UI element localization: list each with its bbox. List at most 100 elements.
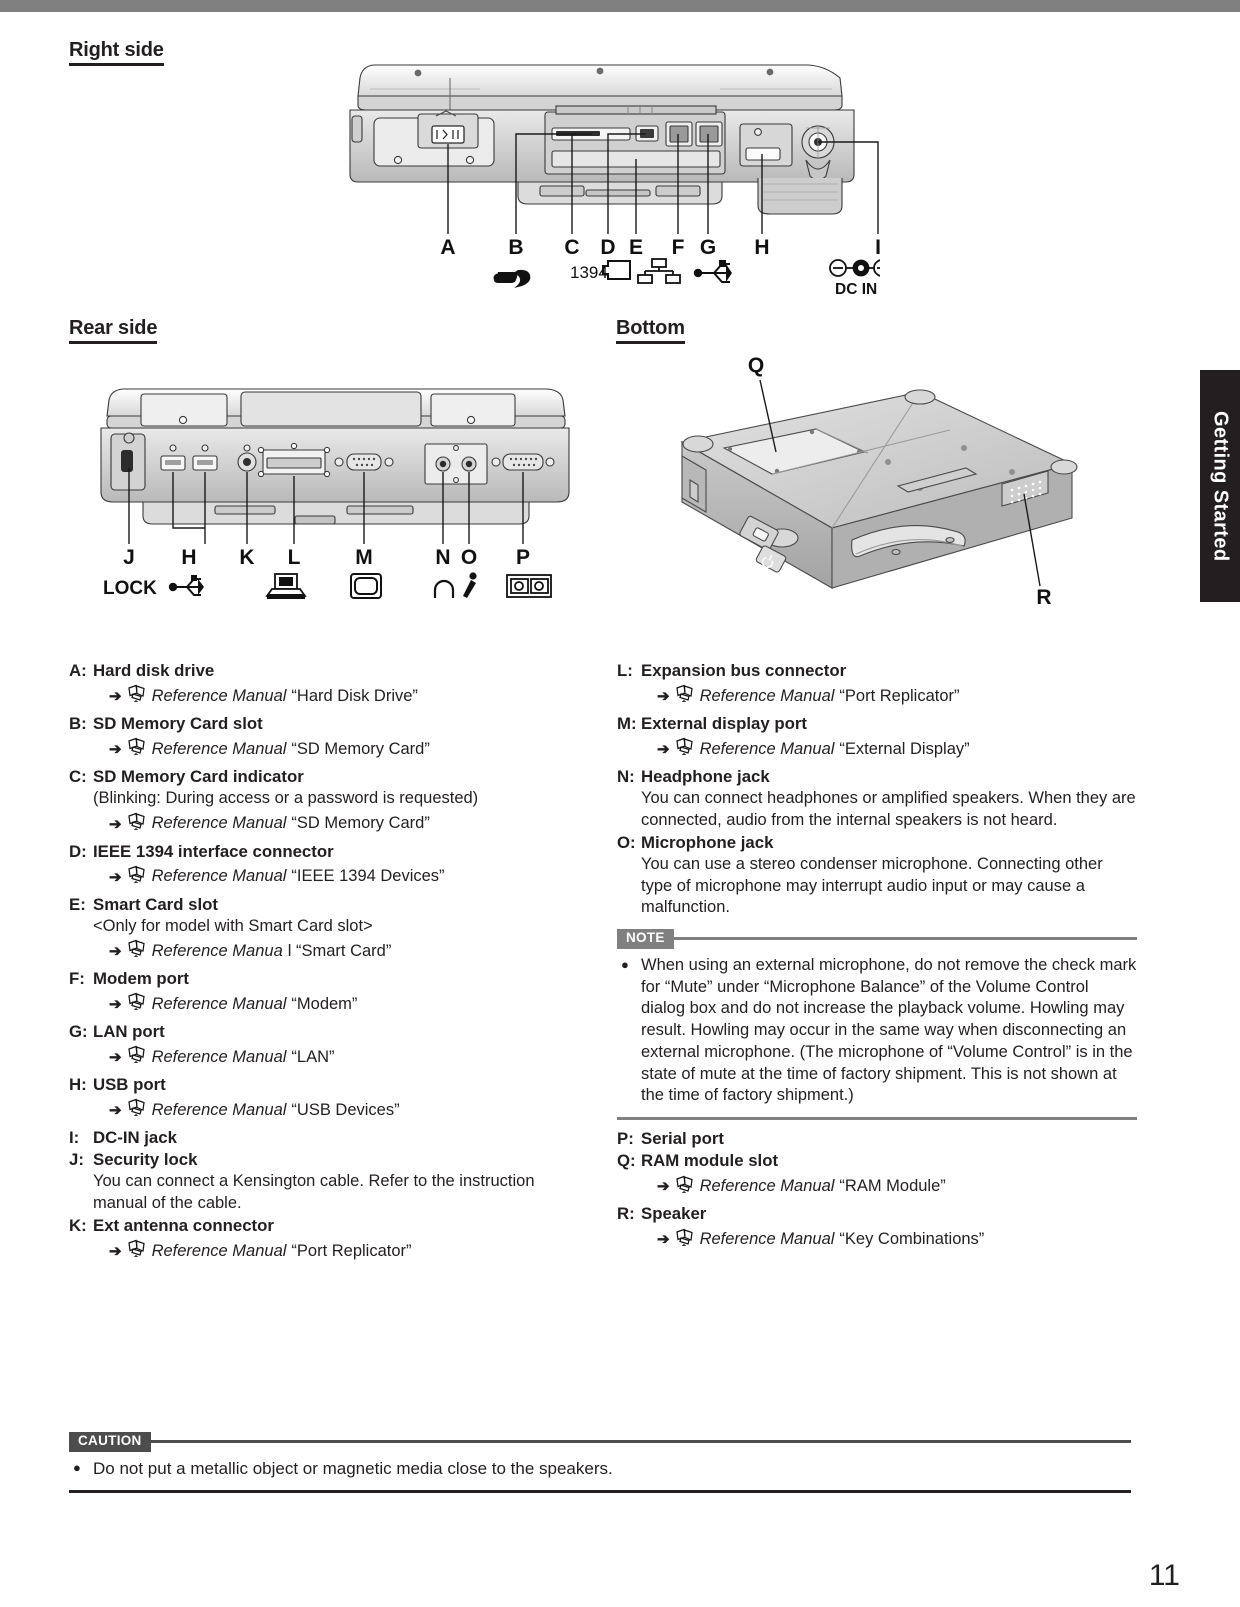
reference-topic: “Hard Disk Drive”	[291, 686, 418, 705]
caution-header: CAUTION	[69, 1432, 1131, 1452]
reference-topic: “External Display”	[839, 739, 970, 758]
figure-right-side: A B C D E F G H I 1394 DC IN	[340, 56, 880, 301]
callout-M: M	[355, 546, 373, 569]
arrow-right-icon: ➔	[109, 996, 122, 1014]
legend-entry-header: B: SD Memory Card slot	[69, 713, 589, 735]
callout-L: L	[288, 546, 301, 569]
legend-entry-header: R: Speaker	[617, 1203, 1137, 1225]
legend-entry: I: DC-IN jack	[69, 1127, 589, 1149]
legend-entry: G: LAN port ➔ Reference Manual “LAN”	[69, 1021, 589, 1070]
arrow-right-icon: ➔	[109, 1242, 122, 1260]
reference-manual-line: ➔ Reference Manual “LAN”	[109, 1045, 589, 1070]
legend-entry-header: C: SD Memory Card indicator	[69, 766, 589, 788]
note-rule	[673, 937, 1137, 941]
callout-O: O	[461, 546, 477, 569]
caution-bullet-row: ● Do not put a metallic object or magnet…	[69, 1458, 1131, 1480]
reference-manual-label: Reference Manual	[151, 1047, 287, 1066]
legend-entry-header: F: Modem port	[69, 968, 589, 990]
reference-manual-line: ➔ Reference Manual “RAM Module”	[657, 1175, 1137, 1200]
page-number: 11	[1148, 1559, 1180, 1592]
legend-entry-title: Ext antenna connector	[93, 1215, 274, 1235]
reference-topic: “RAM Module”	[839, 1177, 946, 1196]
callout-Q: Q	[748, 354, 764, 377]
legend-entry: N: Headphone jack You can connect headphon…	[617, 766, 1137, 832]
bullet-icon: ●	[621, 956, 629, 972]
legend-entry: F: Modem port ➔ Reference Manual “Modem”	[69, 968, 589, 1017]
lan-network-icon	[637, 258, 681, 284]
caution-text: Do not put a metallic object or magnetic…	[93, 1458, 613, 1478]
callout-J: J	[123, 546, 135, 569]
reference-manual-line: ➔ Reference Manual “External Display”	[657, 737, 1137, 762]
legend-entry-key: H:	[69, 1075, 87, 1095]
legend-entry-key: B:	[69, 713, 87, 733]
reference-topic: “IEEE 1394 Devices”	[291, 867, 445, 886]
legend-entry: C: SD Memory Card indicator (Blinking: Dur…	[69, 766, 589, 837]
headphone-icon	[433, 579, 455, 598]
figure-rear-side: J H K L M N O P LOCK	[95, 372, 575, 622]
reference-topic: “Port Replicator”	[839, 686, 960, 705]
usb-icon	[693, 260, 732, 283]
reference-manual-icon	[127, 684, 147, 709]
reference-manual-label: Reference Manual	[699, 1177, 835, 1196]
reference-manual-label: Reference Manual	[151, 686, 287, 705]
reference-manual-label: Reference Manual	[151, 1100, 287, 1119]
reference-manual-icon	[127, 812, 147, 837]
reference-topic: “SD Memory Card”	[291, 739, 430, 758]
reference-manual-icon	[127, 865, 147, 890]
reference-manual-line: ➔ Reference Manua l “Smart Card”	[109, 939, 589, 964]
legend-entry-key: F:	[69, 969, 85, 989]
manual-page: Right side Rear side Bottom Getting Star…	[0, 12, 1240, 1607]
chapter-tab-label: Getting Started	[1209, 410, 1232, 562]
arrow-right-icon: ➔	[657, 688, 670, 706]
serial-port-icon	[506, 574, 552, 598]
reference-manual-icon	[127, 939, 147, 964]
legend-entry-header: L: Expansion bus connector	[617, 660, 1137, 682]
caution-rule	[150, 1440, 1131, 1444]
legend-entry-header: M: External display port	[617, 713, 1137, 735]
reference-manual-icon	[127, 1045, 147, 1070]
legend-entry-subtitle: (Blinking: During access or a password i…	[93, 789, 479, 808]
reference-topic: “Port Replicator”	[291, 1241, 412, 1260]
reference-manual-icon	[675, 1175, 695, 1200]
legend-entry-header: P: Serial port	[617, 1128, 1137, 1150]
legend-entry-title: IEEE 1394 interface connector	[93, 841, 334, 861]
arrow-right-icon: ➔	[657, 740, 670, 758]
caution-badge: CAUTION	[69, 1432, 151, 1452]
reference-manual-label: Reference Manual	[151, 739, 287, 758]
legend-entry-title: Smart Card slot	[93, 894, 218, 914]
usb-icon-rear	[168, 575, 204, 596]
legend-entry-title: RAM module slot	[641, 1151, 779, 1171]
note-text: When using an external microphone, do no…	[641, 955, 1137, 1105]
reference-topic: “Modem”	[291, 994, 358, 1013]
legend-entry-body: You can connect headphones or amplified …	[641, 789, 1136, 829]
reference-manual-icon	[127, 1098, 147, 1123]
reference-manual-label: Reference Manual	[151, 1241, 287, 1260]
reference-manual-line: ➔ Reference Manual “IEEE 1394 Devices”	[109, 865, 589, 890]
section-heading-right-side: Right side	[69, 40, 164, 66]
bullet-icon: ●	[73, 1459, 81, 1475]
arrow-right-icon: ➔	[109, 740, 122, 758]
reference-manual-label: Reference Manual	[699, 739, 835, 758]
legend-entry-body: You can connect a Kensington cable. Refe…	[93, 1172, 535, 1213]
legend-entry: E: Smart Card slot <Only for model with Sm…	[69, 894, 589, 965]
legend-entry-header: N: Headphone jack	[617, 766, 1137, 788]
reference-manual-icon	[675, 1228, 695, 1253]
callout-A: A	[440, 236, 455, 259]
note-block: NOTE ● When using an external microphone, …	[617, 929, 1137, 1121]
section-heading-bottom: Bottom	[616, 318, 685, 344]
legend-entry: A: Hard disk drive ➔ Reference Manual “Hard …	[69, 660, 589, 709]
callout-H-rear: H	[181, 546, 196, 569]
note-bullet-row: ● When using an external microphone, do n…	[617, 955, 1137, 1107]
legend-entry-title: DC-IN jack	[93, 1128, 177, 1148]
legend-entry-key: A:	[69, 661, 87, 680]
arrow-right-icon: ➔	[657, 1231, 670, 1249]
legend-entry-key: E:	[69, 894, 86, 914]
callout-G: G	[700, 236, 716, 259]
callout-K: K	[239, 546, 254, 569]
arrow-right-icon: ➔	[109, 688, 122, 706]
arrow-right-icon: ➔	[657, 1178, 670, 1196]
expansion-bus-icon	[265, 573, 307, 599]
callout-D: D	[600, 236, 615, 259]
legend-entry: R: Speaker ➔ Reference Manual “Key Combinati…	[617, 1203, 1137, 1252]
legend-entry-key: P:	[617, 1129, 634, 1149]
